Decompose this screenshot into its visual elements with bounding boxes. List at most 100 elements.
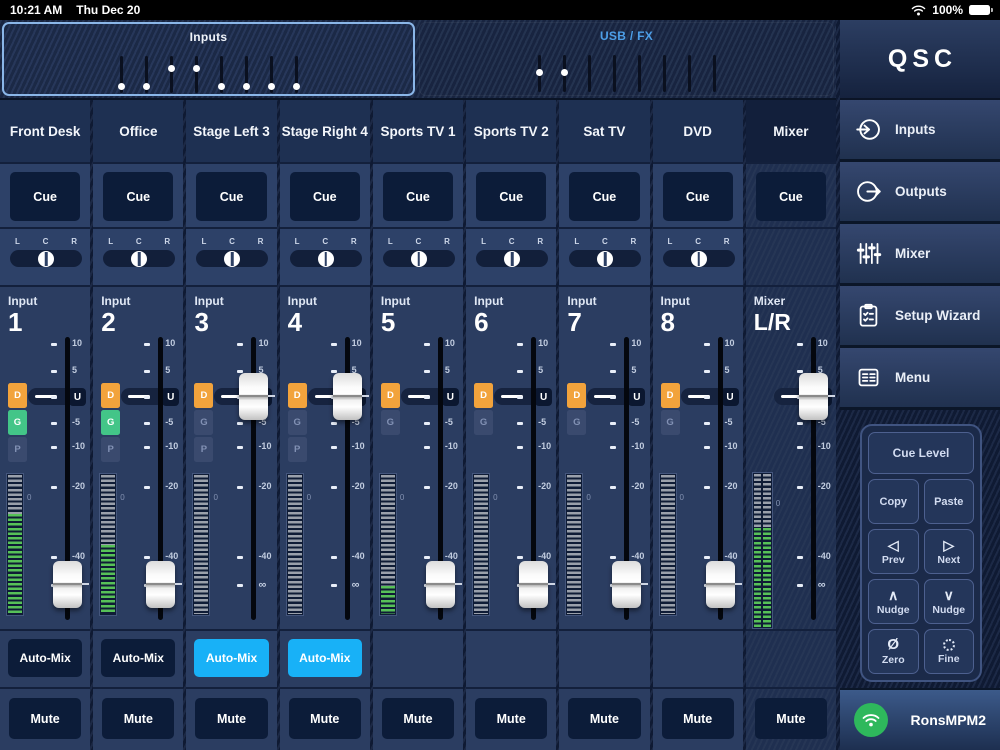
mute-button[interactable]: Mute (661, 698, 734, 739)
channel-header[interactable]: Sat TV (559, 100, 650, 164)
cue-button[interactable]: Cue (10, 172, 81, 221)
automix-button[interactable]: Auto-Mix (287, 639, 362, 677)
fader-handle[interactable] (146, 561, 183, 608)
cue-button[interactable]: Cue (289, 172, 360, 221)
channel-header[interactable]: Front Desk (0, 100, 91, 164)
sidebar-item-menu[interactable]: Menu (840, 348, 1000, 410)
channel-type-label: Input (194, 294, 224, 308)
pan-track[interactable] (662, 250, 735, 267)
fader-handle[interactable] (239, 373, 276, 420)
dynamics-indicator-d: D (101, 383, 121, 408)
mute-button[interactable]: Mute (195, 698, 268, 739)
meter-zero-label: 0 (493, 493, 498, 502)
mini-fader (662, 55, 666, 92)
channel-header[interactable]: Stage Left 3 (186, 100, 277, 164)
level-meter (751, 472, 773, 629)
fader-handle[interactable] (612, 561, 649, 608)
fader-handle[interactable] (705, 561, 742, 608)
pan-track[interactable] (569, 250, 642, 267)
mute-button[interactable]: Mute (475, 698, 548, 739)
cue-button[interactable]: Cue (103, 172, 174, 221)
fader-scale-tick (423, 556, 430, 559)
cue-level-button[interactable]: Cue Level (868, 432, 974, 474)
connection-bar[interactable]: RonsMPM2 (840, 688, 1000, 750)
pan-knob[interactable] (131, 250, 148, 267)
level-meter (565, 473, 584, 616)
usbfx-bank-panel[interactable]: USB / FX (419, 22, 834, 96)
pan-knob[interactable] (504, 250, 521, 267)
sidebar-item-setup-wizard[interactable]: Setup Wizard (840, 286, 1000, 348)
pan-knob[interactable] (690, 250, 707, 267)
pan-knob[interactable] (317, 250, 334, 267)
mute-button[interactable]: Mute (102, 698, 175, 739)
prev-button[interactable]: ◁ Prev (868, 529, 919, 574)
fader-scale-label: U (441, 388, 459, 406)
inputs-bank-panel[interactable]: Inputs (2, 22, 415, 96)
channel-header[interactable]: Mixer (745, 100, 836, 164)
fader-scale-tick (423, 396, 430, 399)
nudge-down-button[interactable]: ∨ Nudge (923, 579, 974, 624)
channel-header[interactable]: Sports TV 2 (466, 100, 557, 164)
automix-button[interactable]: Auto-Mix (194, 639, 269, 677)
nudge-up-button[interactable]: ∧ Nudge (868, 579, 919, 624)
channel-header[interactable]: Office (93, 100, 184, 164)
mute-button[interactable]: Mute (381, 698, 455, 739)
copy-button[interactable]: Copy (868, 479, 919, 524)
mute-button[interactable]: Mute (9, 698, 82, 739)
mute-button[interactable]: Mute (288, 698, 361, 739)
mini-fader-dot (117, 83, 125, 90)
channel-header[interactable]: DVD (652, 100, 743, 164)
fader-handle[interactable] (53, 561, 89, 608)
cue-button[interactable]: Cue (476, 172, 547, 221)
cue-button[interactable]: Cue (196, 172, 267, 221)
pan-track[interactable] (476, 250, 549, 267)
channel-header[interactable]: Stage Right 4 (279, 100, 370, 164)
pan-knob[interactable] (597, 250, 614, 267)
zero-button[interactable]: Ø Zero (868, 629, 919, 674)
sidebar-item-mixer[interactable]: Mixer (840, 224, 1000, 286)
paste-button[interactable]: Paste (923, 479, 974, 524)
pan-knob[interactable] (38, 250, 54, 267)
mute-button[interactable]: Mute (568, 698, 641, 739)
meter-zero-label: 0 (306, 493, 312, 502)
fader-handle[interactable] (519, 561, 556, 608)
fader-scale-tick (517, 486, 524, 489)
dynamics-indicator-d: D (287, 383, 307, 408)
pan-labels: L C R (667, 237, 730, 246)
pan-knob[interactable] (410, 250, 427, 267)
next-button[interactable]: ▷ Next (923, 529, 974, 574)
cue-button[interactable]: Cue (382, 172, 454, 221)
cue-button[interactable]: Cue (569, 172, 640, 221)
fader-section: Input 6 DG 0 105U-5-10-20-40∞ (466, 287, 557, 631)
fader-handle[interactable] (332, 373, 369, 420)
fader-scale-tick (423, 370, 430, 373)
automix-button[interactable]: Auto-Mix (101, 639, 176, 677)
pan-track[interactable] (10, 250, 82, 267)
fader-handle[interactable] (425, 561, 462, 608)
cue-button[interactable]: Cue (755, 172, 826, 221)
fader-scale-tick (144, 422, 151, 425)
pan-track[interactable] (382, 250, 455, 267)
automix-button[interactable]: Auto-Mix (8, 639, 83, 677)
fader-scale-tick (796, 584, 803, 587)
mini-fader (217, 56, 225, 93)
fader-scale-tick (330, 370, 337, 373)
fader-section: Input 7 DG 0 105U-5-10-20-40∞ (559, 287, 650, 631)
fader-scale-label: 5 (72, 365, 78, 375)
fader-scale-label: 10 (165, 338, 176, 348)
cue-button[interactable]: Cue (662, 172, 733, 221)
fader-scale-tick (237, 422, 244, 425)
pan-track[interactable] (103, 250, 176, 267)
sidebar-item-outputs[interactable]: Outputs (840, 162, 1000, 224)
sidebar-item-inputs[interactable]: Inputs (840, 100, 1000, 162)
fine-button[interactable]: Fine (923, 629, 974, 674)
pan-knob[interactable] (224, 250, 241, 267)
fader-scale-tick (796, 446, 803, 449)
pan-track[interactable] (289, 250, 362, 267)
level-meter (378, 473, 397, 616)
pan-track[interactable] (196, 250, 269, 267)
channel-header[interactable]: Sports TV 1 (372, 100, 464, 164)
inputs-bank-faders (117, 56, 300, 93)
mute-button[interactable]: Mute (754, 698, 827, 739)
fader-handle[interactable] (798, 373, 835, 420)
